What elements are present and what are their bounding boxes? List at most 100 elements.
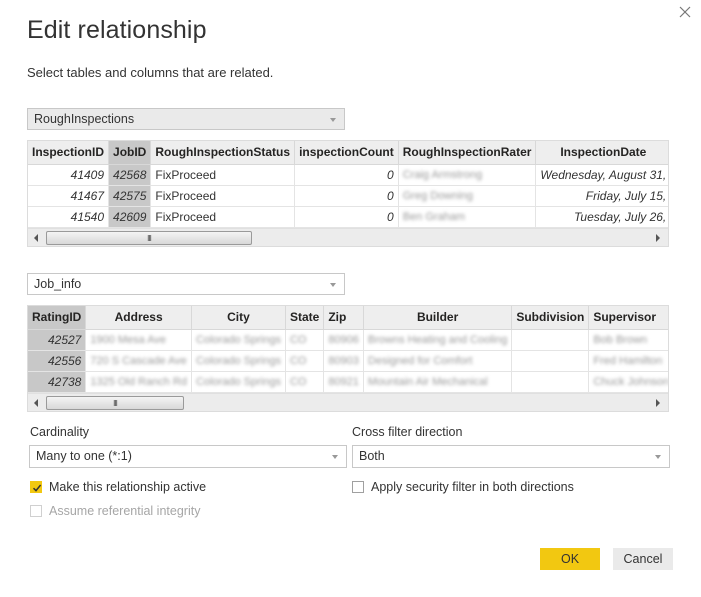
table-row: 42738 1325 Old Ranch Rd Colorado Springs…: [28, 371, 668, 393]
cell: 42527: [28, 329, 87, 351]
referential-integrity-checkbox: Assume referential integrity: [30, 504, 200, 518]
cell: 42738: [28, 371, 87, 393]
cell: 720 S Cascade Ave: [85, 350, 192, 372]
cell: Designed for Comfort: [363, 350, 513, 372]
cell: 80921: [323, 371, 364, 393]
table1-select[interactable]: RoughInspections: [27, 108, 345, 130]
security-filter-checkbox[interactable]: Apply security filter in both directions: [352, 480, 574, 494]
table-row: 41467 42575 FixProceed 0 Greg Downing Fr…: [28, 185, 668, 207]
cell: FixProceed: [150, 164, 296, 186]
checkbox-checked-icon: [30, 481, 42, 493]
grip-icon: III: [147, 233, 152, 243]
checkbox-unchecked-icon: [30, 505, 42, 517]
cardinality-label: Cardinality: [30, 425, 90, 439]
cell: 41409: [28, 164, 110, 186]
cell: CO: [285, 371, 325, 393]
table2-horizontal-scrollbar[interactable]: III: [28, 392, 668, 411]
close-button[interactable]: [676, 3, 694, 21]
cell: Browns Heating and Cooling: [363, 329, 513, 351]
table-row: 42527 1900 Mesa Ave Colorado Springs CO …: [28, 329, 668, 351]
make-active-checkbox[interactable]: Make this relationship active: [30, 480, 206, 494]
scroll-right-arrow-icon[interactable]: [656, 233, 660, 242]
scrollbar-thumb[interactable]: III: [46, 395, 184, 410]
cell: 42568: [108, 164, 152, 186]
column-header-state[interactable]: State: [285, 306, 325, 330]
dialog-subtitle: Select tables and columns that are relat…: [27, 65, 274, 80]
cancel-button[interactable]: Cancel: [613, 548, 673, 570]
scroll-right-arrow-icon[interactable]: [656, 398, 660, 407]
table-row: 41540 42609 FixProceed 0 Ben Graham Tues…: [28, 206, 668, 228]
table-row: 41409 42568 FixProceed 0 Craig Armstrong…: [28, 164, 668, 186]
cross-filter-select-value: Both: [359, 449, 385, 463]
close-icon: [679, 6, 691, 18]
cell: Mountain Air Mechanical: [363, 371, 513, 393]
table2-select[interactable]: Job_info: [27, 273, 345, 295]
column-header-supervisor[interactable]: Supervisor: [588, 306, 668, 330]
column-header-ratingid[interactable]: RatingID: [28, 306, 87, 330]
column-header-subdivision[interactable]: Subdivision: [511, 306, 590, 330]
cell: Friday, July 15,: [535, 185, 668, 207]
cardinality-select[interactable]: Many to one (*:1): [29, 445, 347, 468]
cross-filter-select[interactable]: Both: [352, 445, 670, 468]
cell: [511, 329, 590, 351]
column-header-roughinspectionstatus[interactable]: RoughInspectionStatus: [150, 141, 296, 165]
cell: Ben Graham: [398, 206, 537, 228]
cell: CO: [285, 329, 325, 351]
table-row: 42556 720 S Cascade Ave Colorado Springs…: [28, 350, 668, 372]
cell: Colorado Springs: [191, 329, 286, 351]
cell: 41540: [28, 206, 110, 228]
chevron-down-icon: [655, 455, 661, 459]
column-header-address[interactable]: Address: [85, 306, 192, 330]
chevron-down-icon: [330, 283, 336, 287]
table1-horizontal-scrollbar[interactable]: III: [28, 227, 668, 246]
security-filter-label: Apply security filter in both directions: [371, 480, 574, 494]
table1-select-value: RoughInspections: [34, 112, 135, 126]
referential-integrity-label: Assume referential integrity: [49, 504, 201, 518]
cell: Chuck Johnson: [588, 371, 668, 393]
column-header-jobid[interactable]: JobID: [108, 141, 152, 165]
table1-preview-grid: InspectionID JobID RoughInspectionStatus…: [27, 140, 669, 247]
cardinality-select-value: Many to one (*:1): [36, 449, 132, 463]
cell: Colorado Springs: [191, 371, 286, 393]
cell: Fred Hamilton: [588, 350, 668, 372]
cell: Greg Downing: [398, 185, 537, 207]
scrollbar-thumb[interactable]: III: [46, 230, 252, 245]
cell: 0: [294, 185, 399, 207]
cell: Craig Armstrong: [398, 164, 537, 186]
column-header-inspectioncount[interactable]: inspectionCount: [294, 141, 399, 165]
column-header-inspectiondate[interactable]: InspectionDate: [535, 141, 668, 165]
column-header-roughinspectionrater[interactable]: RoughInspectionRater: [398, 141, 537, 165]
cell: [511, 350, 590, 372]
cell: Colorado Springs: [191, 350, 286, 372]
column-header-zip[interactable]: Zip: [323, 306, 364, 330]
grip-icon: III: [113, 398, 118, 408]
column-header-inspectionid[interactable]: InspectionID: [28, 141, 110, 165]
table2-select-value: Job_info: [34, 277, 82, 291]
column-header-builder[interactable]: Builder: [363, 306, 513, 330]
chevron-down-icon: [330, 118, 336, 122]
cell: 80906: [323, 329, 364, 351]
checkbox-unchecked-icon: [352, 481, 364, 493]
cell: 1900 Mesa Ave: [85, 329, 192, 351]
cell: 42575: [108, 185, 152, 207]
cell: [511, 371, 590, 393]
cell: CO: [285, 350, 325, 372]
cell: FixProceed: [150, 206, 296, 228]
cell: Bob Brown: [588, 329, 668, 351]
cell: FixProceed: [150, 185, 296, 207]
make-active-label: Make this relationship active: [49, 480, 207, 494]
cell: 1325 Old Ranch Rd: [85, 371, 192, 393]
cell: Wednesday, August 31,: [535, 164, 668, 186]
cell: Tuesday, July 26,: [535, 206, 668, 228]
cell: 80903: [323, 350, 364, 372]
cell: 0: [294, 164, 399, 186]
cell: 42556: [28, 350, 87, 372]
ok-button[interactable]: OK: [540, 548, 600, 570]
cell: 41467: [28, 185, 110, 207]
table2-preview-grid: RatingID Address City State Zip Builder …: [27, 305, 669, 412]
dialog-title: Edit relationship: [27, 16, 207, 44]
cross-filter-label: Cross filter direction: [352, 425, 463, 439]
scroll-left-arrow-icon[interactable]: [34, 233, 38, 242]
column-header-city[interactable]: City: [191, 306, 286, 330]
scroll-left-arrow-icon[interactable]: [34, 398, 38, 407]
